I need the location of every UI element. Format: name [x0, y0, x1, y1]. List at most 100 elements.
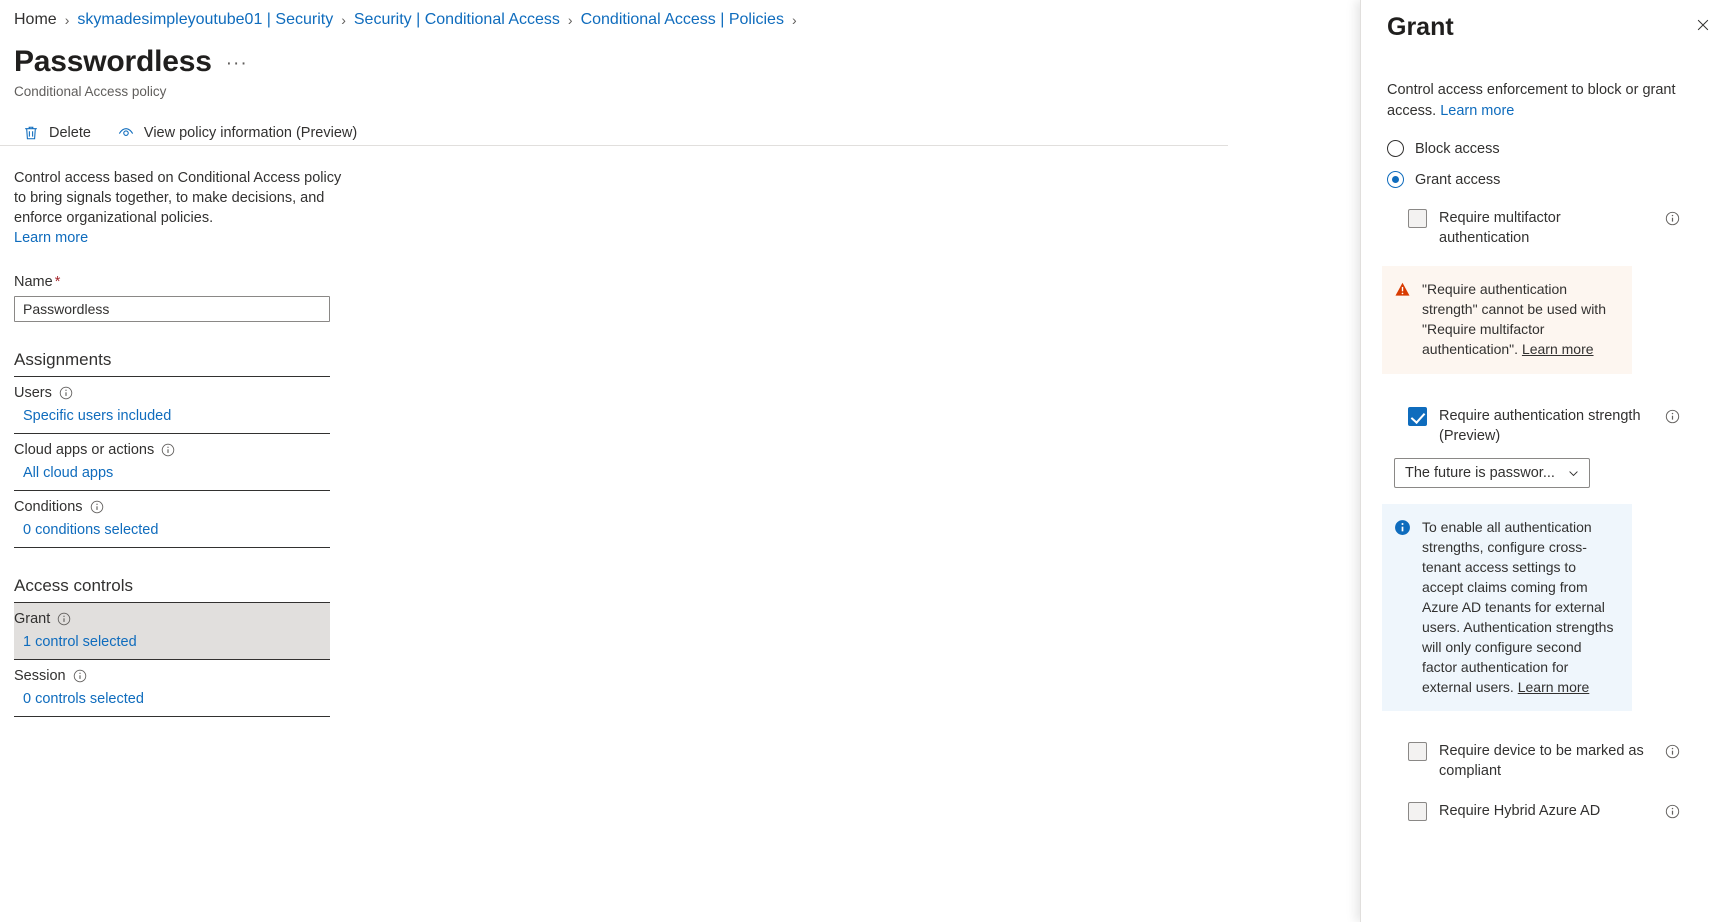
grant-panel-description: Control access enforcement to block or g… — [1387, 80, 1681, 122]
access-controls-heading: Access controls — [14, 576, 330, 603]
trash-icon — [22, 124, 40, 142]
grant-description-text: Control access enforcement to block or g… — [1387, 82, 1676, 119]
page-title: Passwordless — [14, 45, 212, 78]
info-icon[interactable] — [90, 500, 104, 514]
breadcrumb-item-policies[interactable]: Conditional Access | Policies — [581, 9, 784, 31]
info-banner-text: To enable all authentication strengths, … — [1422, 517, 1620, 697]
access-control-row-session[interactable]: Session 0 controls selected — [14, 660, 330, 717]
checkbox-row-auth-strength[interactable]: Require authentication strength (Preview… — [1408, 406, 1680, 446]
checkbox-require-hybrid-azure-ad-label: Require Hybrid Azure AD — [1439, 803, 1601, 819]
view-policy-information-label: View policy information (Preview) — [143, 125, 358, 141]
checkbox-require-mfa[interactable] — [1408, 209, 1427, 228]
radio-block-access-label: Block access — [1415, 140, 1500, 157]
info-icon[interactable] — [73, 669, 87, 683]
name-label-text: Name — [14, 274, 53, 290]
checkbox-row-hybrid-azure-ad[interactable]: Require Hybrid Azure AD — [1408, 801, 1680, 821]
delete-button[interactable]: Delete — [22, 124, 91, 142]
info-banner: To enable all authentication strengths, … — [1382, 504, 1632, 711]
checkbox-require-auth-strength[interactable] — [1408, 407, 1427, 426]
grant-label-row: Grant — [14, 611, 330, 627]
info-icon[interactable] — [1665, 744, 1680, 759]
policy-intro-copy: Control access based on Conditional Acce… — [14, 170, 342, 226]
cloud-apps-label-row: Cloud apps or actions — [14, 442, 330, 458]
conditions-label: Conditions — [14, 499, 83, 515]
more-options-button[interactable]: ··· — [226, 54, 248, 79]
session-value-link[interactable]: 0 controls selected — [14, 684, 330, 716]
breadcrumb: Home › skymadesimpleyoutube01 | Security… — [0, 0, 1360, 31]
checkbox-require-device-compliant-label: Require device to be marked as compliant — [1439, 743, 1644, 779]
assignment-row-cloud-apps[interactable]: Cloud apps or actions All cloud apps — [14, 434, 330, 491]
warning-learn-more-link[interactable]: Learn more — [1522, 341, 1594, 357]
chevron-down-icon — [1567, 467, 1580, 480]
grant-panel-title: Grant — [1387, 13, 1454, 41]
conditions-value-link[interactable]: 0 conditions selected — [14, 515, 330, 547]
radio-indicator-block[interactable] — [1387, 140, 1404, 157]
checkbox-row-require-mfa[interactable]: Require multifactor authentication — [1408, 208, 1680, 248]
info-icon[interactable] — [1665, 211, 1680, 226]
users-label: Users — [14, 385, 52, 401]
close-icon[interactable] — [1690, 12, 1716, 38]
session-label: Session — [14, 668, 66, 684]
checkbox-require-auth-strength-label: Require authentication strength (Preview… — [1439, 408, 1641, 444]
policy-intro-learn-more-link[interactable]: Learn more — [14, 230, 88, 246]
checkbox-row-device-compliant[interactable]: Require device to be marked as compliant — [1408, 741, 1680, 781]
cloud-apps-label: Cloud apps or actions — [14, 442, 155, 458]
breadcrumb-separator-icon: › — [791, 12, 797, 28]
command-bar-divider — [0, 145, 1228, 146]
breadcrumb-separator-icon: › — [567, 12, 573, 28]
warning-banner: "Require authentication strength" cannot… — [1382, 266, 1632, 374]
command-bar: Delete View policy information (Preview) — [0, 101, 1360, 145]
users-value-link[interactable]: Specific users included — [14, 401, 330, 433]
auth-strength-dropdown[interactable]: The future is passwor... — [1394, 458, 1590, 488]
info-banner-learn-more-link[interactable]: Learn more — [1518, 679, 1590, 695]
grant-label: Grant — [14, 611, 51, 627]
page-subtitle: Conditional Access policy — [14, 84, 167, 99]
policy-form: Control access based on Conditional Acce… — [0, 160, 1228, 717]
title-row: Passwordless ··· — [0, 31, 1360, 79]
info-filled-icon — [1394, 519, 1411, 536]
grant-panel-header: Grant — [1361, 0, 1734, 42]
conditional-access-policy-blade: Home › skymadesimpleyoutube01 | Security… — [0, 0, 1360, 922]
eye-icon — [117, 124, 135, 142]
delete-label: Delete — [49, 125, 91, 141]
grant-panel-body: Control access enforcement to block or g… — [1361, 42, 1734, 248]
grant-panel: Grant Control access enforcement to bloc… — [1360, 0, 1734, 922]
radio-grant-access-label: Grant access — [1415, 171, 1501, 188]
access-control-row-grant[interactable]: Grant 1 control selected — [14, 603, 330, 660]
breadcrumb-item-tenant-security[interactable]: skymadesimpleyoutube01 | Security — [77, 9, 333, 31]
session-label-row: Session — [14, 668, 330, 684]
assignment-row-users[interactable]: Users Specific users included — [14, 377, 330, 434]
policy-intro-text: Control access based on Conditional Acce… — [14, 168, 344, 248]
view-policy-information-button[interactable]: View policy information (Preview) — [117, 124, 357, 142]
radio-block-access[interactable]: Block access — [1387, 140, 1708, 157]
info-icon[interactable] — [57, 612, 71, 626]
radio-indicator-grant[interactable] — [1387, 171, 1404, 188]
breadcrumb-item-conditional-access[interactable]: Security | Conditional Access — [354, 9, 560, 31]
required-indicator: * — [54, 274, 61, 290]
grant-value-link[interactable]: 1 control selected — [14, 627, 330, 659]
info-banner-message: To enable all authentication strengths, … — [1422, 519, 1614, 695]
conditions-label-row: Conditions — [14, 499, 330, 515]
warning-icon — [1394, 281, 1411, 298]
users-label-row: Users — [14, 385, 330, 401]
name-input[interactable] — [14, 296, 330, 322]
info-icon[interactable] — [1665, 409, 1680, 424]
azure-portal-page: Home › skymadesimpleyoutube01 | Security… — [0, 0, 1734, 922]
breadcrumb-separator-icon: › — [341, 12, 346, 28]
checkbox-require-hybrid-azure-ad[interactable] — [1408, 802, 1427, 821]
checkbox-require-mfa-label: Require multifactor authentication — [1439, 210, 1561, 246]
info-icon[interactable] — [161, 443, 175, 457]
auth-strength-dropdown-value: The future is passwor... — [1405, 465, 1555, 481]
breadcrumb-item-home[interactable]: Home — [14, 9, 57, 31]
radio-grant-access[interactable]: Grant access — [1387, 171, 1708, 188]
info-icon[interactable] — [1665, 804, 1680, 819]
grant-description-learn-more-link[interactable]: Learn more — [1440, 103, 1514, 119]
name-field-label: Name * — [14, 274, 1228, 290]
warning-text: "Require authentication strength" cannot… — [1422, 279, 1620, 359]
assignments-heading: Assignments — [14, 350, 330, 377]
cloud-apps-value-link[interactable]: All cloud apps — [14, 458, 330, 490]
assignment-row-conditions[interactable]: Conditions 0 conditions selected — [14, 491, 330, 548]
checkbox-require-device-compliant[interactable] — [1408, 742, 1427, 761]
info-icon[interactable] — [59, 386, 73, 400]
breadcrumb-separator-icon: › — [64, 12, 70, 28]
